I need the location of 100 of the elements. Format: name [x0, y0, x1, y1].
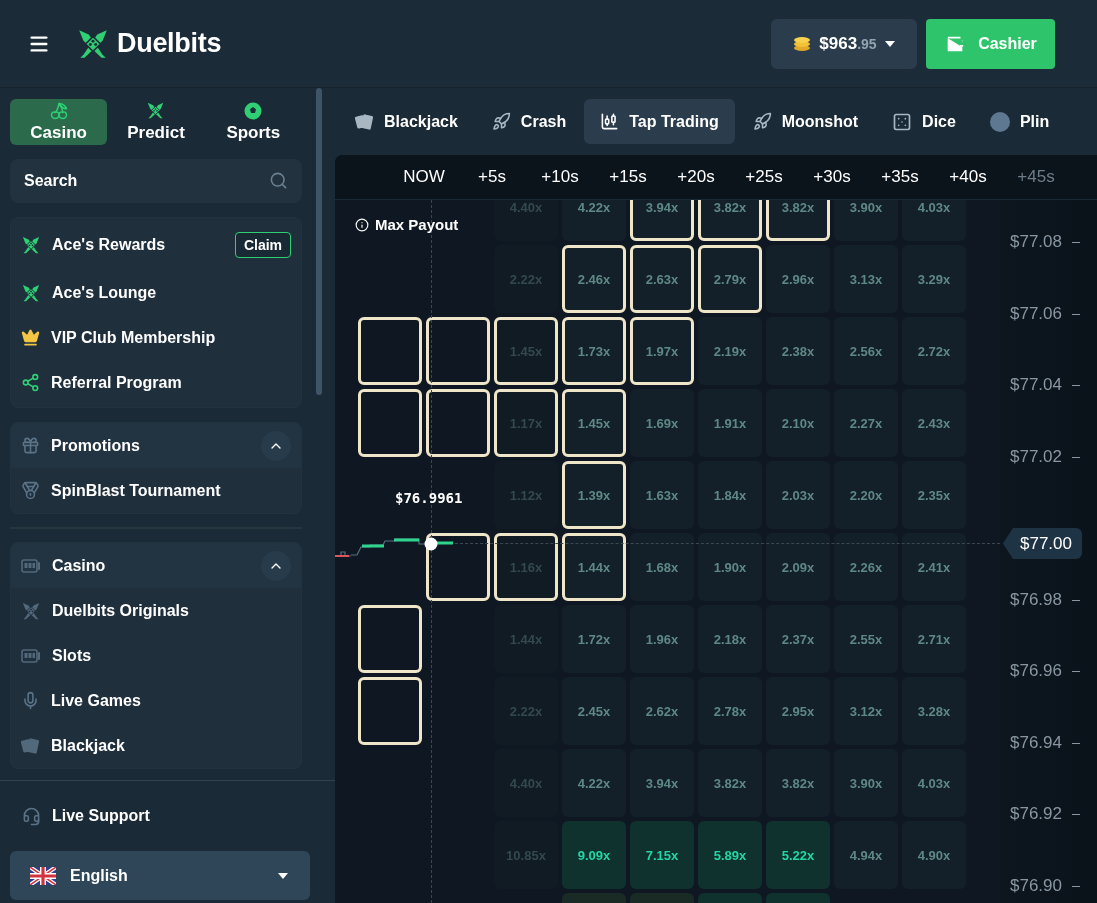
slot-machine-icon	[21, 557, 41, 574]
payout-cell[interactable]: 1.73x	[562, 317, 626, 385]
payout-cell[interactable]: 3.82x	[766, 749, 830, 817]
payout-cell[interactable]: 2.35x	[902, 461, 966, 529]
collapse-button[interactable]	[261, 430, 291, 461]
payout-cell[interactable]: 2.43x	[902, 389, 966, 457]
game-tab[interactable]: Moonshot	[736, 99, 875, 144]
payout-cell[interactable]: 3.94x	[630, 749, 694, 817]
time-label: +45s	[1016, 167, 1056, 187]
payout-cell[interactable]: 2.38x	[766, 317, 830, 385]
sidebar-link[interactable]: Live Games	[21, 691, 291, 710]
game-tab[interactable]: Dice	[876, 99, 972, 144]
payout-cell[interactable]: 3.90x	[834, 200, 898, 241]
payout-cell[interactable]: 1.72x	[562, 605, 626, 673]
claim-button[interactable]: Claim	[234, 232, 291, 258]
grid-cell[interactable]	[358, 677, 422, 745]
payout-cell[interactable]: 1.84x	[698, 461, 762, 529]
section-tab[interactable]: Casino	[10, 99, 108, 145]
payout-cell[interactable]: 2.79x	[698, 245, 762, 313]
payout-cell[interactable]: 2.96x	[766, 245, 830, 313]
payout-cell[interactable]: 9.09x	[562, 821, 626, 889]
payout-cell[interactable]: 5.22x	[766, 821, 830, 889]
grid-cell[interactable]	[426, 317, 490, 385]
payout-cell[interactable]: 2.56x	[834, 317, 898, 385]
sidebar-link[interactable]: VIP Club Membership	[21, 328, 291, 347]
payout-cell[interactable]: 3.94x	[630, 200, 694, 241]
max-payout-label[interactable]: Max Payout	[355, 216, 459, 233]
grid-cell[interactable]	[358, 605, 422, 673]
search-icon	[269, 171, 288, 190]
balance-button[interactable]: $963.95	[771, 18, 917, 69]
sidebar-link[interactable]: Duelbits Originals	[21, 600, 291, 621]
payout-cell[interactable]: 3.29x	[902, 245, 966, 313]
payout-cell[interactable]: 4.90x	[902, 821, 966, 889]
payout-cell[interactable]: 1.91x	[698, 389, 762, 457]
payout-cell[interactable]: 3.28x	[902, 677, 966, 745]
payout-cell[interactable]: 3.90x	[834, 749, 898, 817]
grid-cell[interactable]	[358, 389, 422, 457]
grid-cell[interactable]	[358, 317, 422, 385]
search-field[interactable]: Search	[10, 159, 302, 203]
sidebar-link[interactable]: Blackjack	[21, 736, 291, 755]
language-select[interactable]: English	[10, 851, 310, 900]
payout-cell[interactable]: 4.22x	[562, 749, 626, 817]
payout-cell[interactable]: 1.63x	[630, 461, 694, 529]
sidebar-link[interactable]: Referral Program	[21, 373, 291, 392]
payout-cell[interactable]: 5.89x	[698, 821, 762, 889]
payout-cell[interactable]: 1.69x	[630, 389, 694, 457]
payout-cell[interactable]: 2.20x	[834, 461, 898, 529]
payout-cell[interactable]: 2.03x	[766, 461, 830, 529]
payout-cell[interactable]: 1.68x	[630, 533, 694, 601]
axis-tick	[1072, 814, 1080, 815]
payout-cell[interactable]: 4.03x	[902, 749, 966, 817]
payout-cell[interactable]: 1.97x	[630, 317, 694, 385]
payout-cell[interactable]: 2.62x	[630, 677, 694, 745]
game-tab[interactable]: Crash	[475, 99, 583, 144]
payout-cell[interactable]: 3.12x	[834, 677, 898, 745]
support-link[interactable]: Live Support	[0, 781, 335, 851]
payout-cell[interactable]: 2.46x	[562, 245, 626, 313]
grid-cell[interactable]	[426, 389, 490, 457]
payout-cell[interactable]: 3.13x	[834, 245, 898, 313]
sidebar-link[interactable]: SpinBlast Tournament	[21, 481, 291, 500]
payout-cell[interactable]: 2.55x	[834, 605, 898, 673]
payout-cell[interactable]: 2.72x	[902, 317, 966, 385]
payout-cell[interactable]: 2.78x	[698, 677, 762, 745]
payout-cell[interactable]: 2.27x	[834, 389, 898, 457]
payout-cell[interactable]: 1.96x	[630, 605, 694, 673]
payout-cell[interactable]: 2.18x	[698, 605, 762, 673]
payout-cell[interactable]: 3.82x	[698, 200, 762, 241]
collapse-button[interactable]	[261, 550, 291, 581]
payout-cell[interactable]: 4.94x	[834, 821, 898, 889]
axis-label: $77.08	[1010, 231, 1062, 253]
payout-cell[interactable]: 2.71x	[902, 605, 966, 673]
payout-cell[interactable]: 2.95x	[766, 677, 830, 745]
payout-cell[interactable]: 2.45x	[562, 677, 626, 745]
payout-cell[interactable]: 3.82x	[698, 749, 762, 817]
payout-cell[interactable]: 2.63x	[630, 245, 694, 313]
payout-cell[interactable]: 2.37x	[766, 605, 830, 673]
axis-label: $77.06	[1010, 302, 1062, 325]
game-tab[interactable]: Tap Trading	[584, 99, 735, 144]
game-tab[interactable]: Blackjack	[339, 99, 474, 144]
payout-cell[interactable]: 2.26x	[834, 533, 898, 601]
payout-cell[interactable]: 7.15x	[630, 821, 694, 889]
payout-cell[interactable]: 1.39x	[562, 461, 626, 529]
payout-cell[interactable]: 1.90x	[698, 533, 762, 601]
sidebar-link[interactable]: Slots	[21, 646, 291, 665]
payout-cell[interactable]: 2.41x	[902, 533, 966, 601]
sidebar-link[interactable]: Ace's Rewards	[21, 235, 235, 255]
payout-cell[interactable]: 2.09x	[766, 533, 830, 601]
cashier-button[interactable]: Cashier	[926, 18, 1055, 69]
scrollbar-thumb[interactable]	[316, 88, 322, 395]
payout-cell[interactable]: 3.82x	[766, 200, 830, 241]
section-tab[interactable]: Predict	[107, 99, 205, 145]
payout-cell[interactable]: 1.45x	[562, 389, 626, 457]
game-tab[interactable]: Plin	[973, 99, 1066, 144]
payout-cell[interactable]: 1.44x	[562, 533, 626, 601]
sidebar-link[interactable]: Ace's Lounge	[21, 282, 291, 303]
payout-cell[interactable]: 2.10x	[766, 389, 830, 457]
section-tab[interactable]: Sports	[204, 99, 302, 145]
payout-cell[interactable]: 2.19x	[698, 317, 762, 385]
payout-cell[interactable]: 4.22x	[562, 200, 626, 241]
payout-cell[interactable]: 4.03x	[902, 200, 966, 241]
